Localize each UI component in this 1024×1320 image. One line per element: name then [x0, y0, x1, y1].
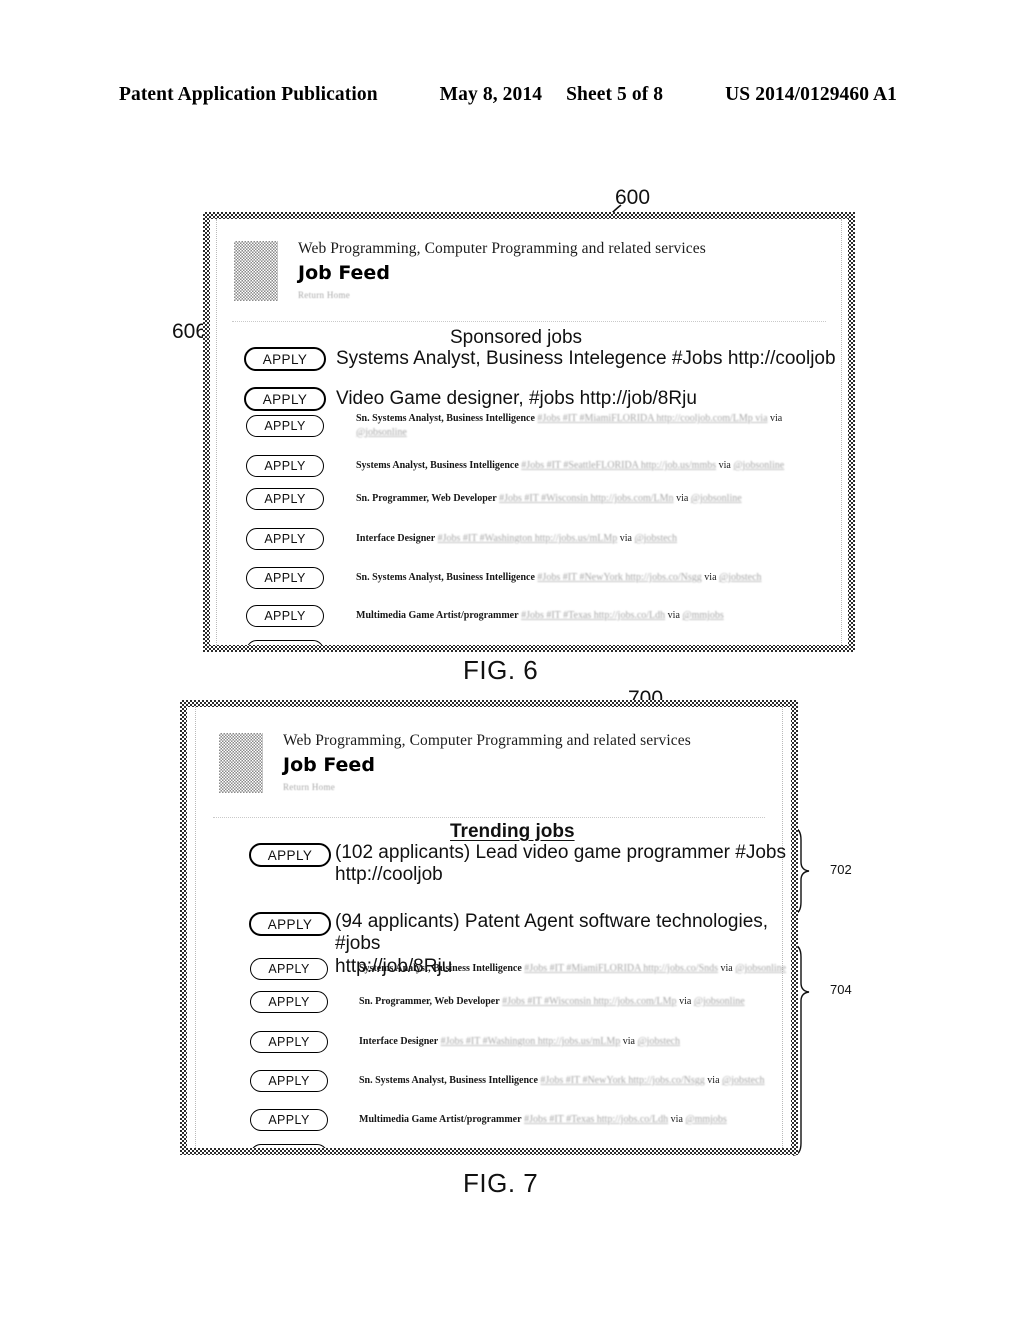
site-logo-icon [219, 733, 263, 793]
job-via: via [720, 963, 733, 974]
header-divider [213, 817, 765, 818]
job-source[interactable]: @jobstech [722, 1075, 765, 1086]
featured-job-line1: (102 applicants) Lead video game program… [335, 842, 786, 863]
job-meta: #Jobs #IT #MiamiFLORIDA http://jobs.co/S… [524, 963, 719, 974]
return-home-link[interactable]: Return Home [283, 782, 691, 792]
apply-button[interactable]: APPLY [250, 1031, 328, 1053]
job-meta: #Jobs #IT #Wisconsin http://jobs.com/LMp [502, 996, 677, 1007]
apply-button[interactable]: APPLY [249, 843, 331, 867]
figure-7-ref-704: 704 [830, 982, 852, 997]
job-via: via [707, 1075, 720, 1086]
apply-button[interactable]: APPLY [250, 1070, 328, 1092]
job-source[interactable]: @jobsonline [735, 963, 786, 974]
apply-button[interactable]: APPLY [250, 958, 328, 980]
job-via: via [622, 1036, 635, 1047]
job-meta: #Jobs #IT #NewYork http://jobs.co/Nsgg [540, 1075, 705, 1086]
figure-7-ref-702: 702 [830, 862, 852, 877]
job-row[interactable]: Interface Designer #Jobs #IT #Washington… [359, 1035, 680, 1049]
job-source[interactable]: @mmjobs [685, 1114, 726, 1125]
figure-7-ui-window: Web Programming, Computer Programming an… [180, 700, 798, 1155]
job-title: Systems Analyst, Business Intelligence [359, 963, 522, 974]
job-row[interactable]: Systems Analyst, Business Intelligence #… [359, 962, 786, 976]
job-row[interactable]: Sn. Programmer, Web Developer #Jobs #IT … [359, 995, 745, 1009]
job-row[interactable]: Sn. Systems Analyst, Business Intelligen… [359, 1074, 765, 1088]
app-title: Job Feed [283, 753, 375, 776]
left-rail [195, 707, 196, 1148]
job-via: via [679, 996, 692, 1007]
job-title: Sn. Systems Analyst, Business Intelligen… [359, 1075, 538, 1086]
site-tagline: Web Programming, Computer Programming an… [283, 732, 691, 749]
figure-7: 700 706 702 704 Web Programming, Compute… [0, 0, 1024, 1320]
job-title: Interface Designer [359, 1036, 439, 1047]
apply-button[interactable]: APPLY [249, 912, 331, 936]
figure-7-ui-canvas: Web Programming, Computer Programming an… [187, 707, 791, 1148]
job-row[interactable]: Multimedia Game Artist/programmer #Jobs … [359, 1113, 727, 1127]
featured-job-line2: http://cooljob [335, 864, 443, 886]
job-title: Sn. Programmer, Web Developer [359, 996, 500, 1007]
section-label-trending-jobs: Trending jobs [450, 821, 575, 842]
job-title: Multimedia Game Artist/programmer [359, 1114, 522, 1125]
job-source[interactable]: @jobsonline [694, 996, 745, 1007]
figure-7-caption: FIG. 7 [463, 1168, 539, 1198]
featured-job-text[interactable]: (102 applicants) Lead video game program… [335, 842, 786, 887]
featured-job-line1: (94 applicants) Patent Agent software te… [335, 911, 769, 955]
apply-button[interactable]: APPLY [250, 1109, 328, 1131]
job-via: via [670, 1114, 683, 1125]
job-meta: #Jobs #IT #Texas http://jobs.co/Ldh [524, 1114, 669, 1125]
apply-button[interactable]: APPLY [250, 1144, 328, 1148]
app-header: Web Programming, Computer Programming an… [219, 733, 691, 793]
job-meta: #Jobs #IT #Washington http://jobs.us/mLM… [440, 1036, 621, 1047]
job-source[interactable]: @jobstech [637, 1036, 680, 1047]
apply-button[interactable]: APPLY [250, 991, 328, 1013]
